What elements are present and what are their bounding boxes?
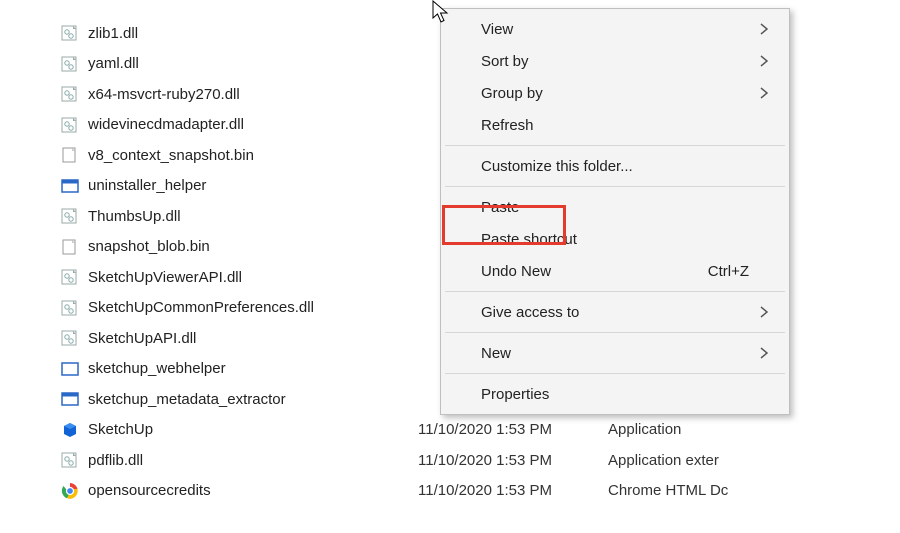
menu-separator <box>445 332 785 333</box>
file-name: opensourcecredits <box>88 482 418 499</box>
menu-separator <box>445 291 785 292</box>
menu-separator <box>445 145 785 146</box>
menu-label: Refresh <box>481 117 749 134</box>
menu-paste[interactable]: Paste <box>443 191 787 223</box>
file-name: pdflib.dll <box>88 452 418 469</box>
menu-refresh[interactable]: Refresh <box>443 109 787 141</box>
menu-label: Paste <box>481 199 749 216</box>
file-type: Application <box>608 421 788 438</box>
file-icon <box>60 237 80 257</box>
file-name: x64-msvcrt-ruby270.dll <box>88 86 418 103</box>
menu-sortby[interactable]: Sort by <box>443 45 787 77</box>
chevron-right-icon <box>759 346 769 360</box>
file-name: SketchUpCommonPreferences.dll <box>88 299 418 316</box>
chevron-right-icon <box>759 86 769 100</box>
dll-icon <box>60 115 80 135</box>
chrome-icon <box>60 481 80 501</box>
file-name: snapshot_blob.bin <box>88 238 418 255</box>
file-row[interactable]: opensourcecredits11/10/2020 1:53 PMChrom… <box>60 476 860 507</box>
menu-label: Properties <box>481 386 749 403</box>
dll-icon <box>60 206 80 226</box>
menu-label: Undo New <box>481 263 708 280</box>
file-type: Application exter <box>608 452 788 469</box>
file-name: SketchUp <box>88 421 418 438</box>
menu-paste-shortcut[interactable]: Paste shortcut <box>443 223 787 255</box>
file-name: ThumbsUp.dll <box>88 208 418 225</box>
file-name: SketchUpViewerAPI.dll <box>88 269 418 286</box>
menu-separator <box>445 373 785 374</box>
dll-icon <box>60 298 80 318</box>
menu-label: Group by <box>481 85 749 102</box>
chevron-right-icon <box>759 22 769 36</box>
file-name: zlib1.dll <box>88 25 418 42</box>
file-icon <box>60 145 80 165</box>
sketchup-icon <box>60 420 80 440</box>
file-name: sketchup_webhelper <box>88 360 418 377</box>
dll-icon <box>60 23 80 43</box>
file-name: yaml.dll <box>88 55 418 72</box>
menu-label: New <box>481 345 749 362</box>
app-blue-icon <box>60 389 80 409</box>
file-name: sketchup_metadata_extractor <box>88 391 418 408</box>
menu-properties[interactable]: Properties <box>443 378 787 410</box>
menu-label: View <box>481 21 749 38</box>
dll-icon <box>60 267 80 287</box>
dll-icon <box>60 54 80 74</box>
chevron-right-icon <box>759 305 769 319</box>
dll-icon <box>60 84 80 104</box>
file-date: 11/10/2020 1:53 PM <box>418 482 608 499</box>
file-name: v8_context_snapshot.bin <box>88 147 418 164</box>
menu-customize[interactable]: Customize this folder... <box>443 150 787 182</box>
file-date: 11/10/2020 1:53 PM <box>418 421 608 438</box>
menu-label: Customize this folder... <box>481 158 749 175</box>
menu-shortcut: Ctrl+Z <box>708 263 749 280</box>
file-row[interactable]: pdflib.dll11/10/2020 1:53 PMApplication … <box>60 445 860 476</box>
file-name: uninstaller_helper <box>88 177 418 194</box>
menu-give-access[interactable]: Give access to <box>443 296 787 328</box>
app-outline-icon <box>60 359 80 379</box>
file-type: Chrome HTML Dc <box>608 482 788 499</box>
app-blue-icon <box>60 176 80 196</box>
menu-groupby[interactable]: Group by <box>443 77 787 109</box>
chevron-right-icon <box>759 54 769 68</box>
menu-new[interactable]: New <box>443 337 787 369</box>
dll-icon <box>60 328 80 348</box>
menu-view[interactable]: View <box>443 13 787 45</box>
menu-label: Paste shortcut <box>481 231 749 248</box>
menu-separator <box>445 186 785 187</box>
context-menu: View Sort by Group by Refresh Customize … <box>440 8 790 415</box>
menu-label: Give access to <box>481 304 749 321</box>
file-date: 11/10/2020 1:53 PM <box>418 452 608 469</box>
menu-label: Sort by <box>481 53 749 70</box>
dll-icon <box>60 450 80 470</box>
file-name: SketchUpAPI.dll <box>88 330 418 347</box>
file-name: widevinecdmadapter.dll <box>88 116 418 133</box>
menu-undo[interactable]: Undo New Ctrl+Z <box>443 255 787 287</box>
file-row[interactable]: SketchUp11/10/2020 1:53 PMApplication <box>60 415 860 446</box>
